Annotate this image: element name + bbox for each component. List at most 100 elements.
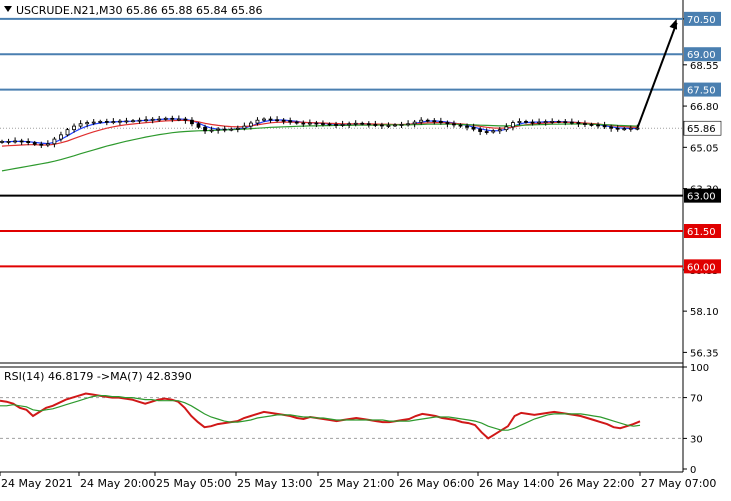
candle-body: [412, 121, 417, 125]
candle-body: [438, 120, 443, 123]
candle-body: [524, 120, 528, 123]
candle-body: [569, 121, 574, 124]
candle-body: [635, 127, 640, 130]
candle-body: [497, 129, 502, 132]
candle-body: [530, 121, 535, 124]
candle-body: [98, 120, 103, 123]
level-price-tag-label: 67.50: [687, 86, 716, 97]
candle-body: [13, 140, 18, 143]
candle-body: [458, 124, 463, 127]
candle-body: [622, 128, 627, 131]
current-price-tag-label: 65.86: [687, 124, 716, 135]
rsi-tick-label: 30: [690, 434, 703, 445]
candle-body: [137, 119, 142, 122]
candle-body: [288, 120, 293, 123]
price-tick-label: 65.05: [690, 143, 719, 154]
candle-body: [222, 128, 227, 131]
candle-body: [72, 125, 76, 131]
candle-body: [543, 121, 548, 124]
level-price-tag-label: 61.50: [687, 227, 716, 238]
rsi-tick-label: 100: [690, 363, 709, 374]
forecast-arrow-shaft: [636, 22, 678, 129]
trading-chart: 70.5068.5566.8065.0563.3059.8558.1056.35…: [0, 0, 731, 497]
candle-body: [203, 126, 207, 132]
level-price-tag-label: 70.50: [687, 15, 716, 26]
candle-body: [340, 124, 345, 126]
candle-body: [366, 123, 371, 126]
candle-body: [517, 120, 522, 123]
candle-body: [176, 118, 181, 121]
level-price-tag-label: 69.00: [687, 50, 716, 61]
candle-body: [196, 123, 201, 128]
price-tick-label: 58.10: [690, 307, 719, 318]
time-tick-label: 26 May 14:00: [479, 477, 554, 490]
rsi-tick-label: 0: [690, 465, 696, 476]
candle-body: [150, 118, 155, 121]
price-tick-label: 56.35: [690, 348, 719, 359]
candle-body: [399, 124, 404, 126]
candle-body: [209, 129, 214, 132]
candle-body: [91, 121, 96, 124]
candle-body: [504, 126, 509, 131]
candle-body: [268, 118, 273, 121]
time-tick-label: 25 May 13:00: [237, 477, 312, 490]
candle-body: [432, 120, 437, 123]
candle-body: [183, 118, 188, 121]
candle-body: [484, 131, 489, 133]
candle-body: [596, 124, 600, 127]
candle-body: [425, 119, 430, 122]
candle-body: [563, 121, 568, 124]
candle-body: [19, 140, 24, 143]
candle-body: [445, 122, 450, 125]
candle-body: [550, 120, 555, 123]
candle-body: [39, 143, 44, 146]
candle-body: [478, 128, 483, 132]
level-price-tag-label: 63.00: [687, 192, 716, 203]
candle-body: [242, 125, 247, 129]
header-collapse-icon[interactable]: [4, 6, 12, 12]
candle-body: [275, 119, 280, 122]
candle-body: [334, 124, 338, 126]
candle-body: [111, 121, 116, 124]
candle-body: [78, 123, 83, 127]
time-tick-label: 24 May 20:00: [80, 477, 155, 490]
candle-body: [0, 141, 4, 143]
time-tick-label: 25 May 05:00: [156, 477, 231, 490]
candle-body: [321, 123, 325, 125]
candle-body: [255, 119, 260, 124]
time-tick-label: 27 May 07:00: [641, 477, 716, 490]
candle-body: [144, 119, 149, 122]
price-tick-label: 66.80: [690, 102, 719, 113]
candle-body: [393, 124, 397, 127]
candle-body: [301, 122, 306, 125]
candle-body: [59, 134, 63, 140]
candle-body: [452, 123, 456, 126]
level-price-tag-label: 60.00: [687, 262, 716, 273]
candle-body: [65, 129, 70, 136]
candle-body: [307, 122, 312, 125]
candle-body: [235, 127, 240, 130]
candle-body: [471, 126, 476, 130]
rsi-tick-label: 70: [690, 394, 703, 405]
candle-body: [6, 141, 11, 143]
candle-body: [294, 121, 299, 124]
candle-body: [314, 122, 319, 125]
candle-body: [386, 125, 391, 127]
candle-body: [602, 125, 607, 128]
candle-body: [406, 123, 411, 126]
candle-body: [216, 128, 221, 131]
candle-body: [229, 128, 234, 131]
candle-body: [465, 125, 469, 128]
candle-body: [347, 123, 352, 126]
time-tick-label: 24 May 2021: [1, 477, 73, 490]
candle-body: [131, 120, 135, 123]
candle-body: [353, 122, 358, 125]
time-tick-label: 26 May 22:00: [559, 477, 634, 490]
chart-svg: 70.5068.5566.8065.0563.3059.8558.1056.35…: [0, 0, 722, 490]
candle-body: [262, 118, 266, 121]
candle-body: [373, 124, 378, 126]
candle-body: [118, 120, 122, 123]
candle-body: [327, 123, 332, 126]
candle-body: [52, 138, 57, 145]
candle-body: [281, 119, 286, 122]
